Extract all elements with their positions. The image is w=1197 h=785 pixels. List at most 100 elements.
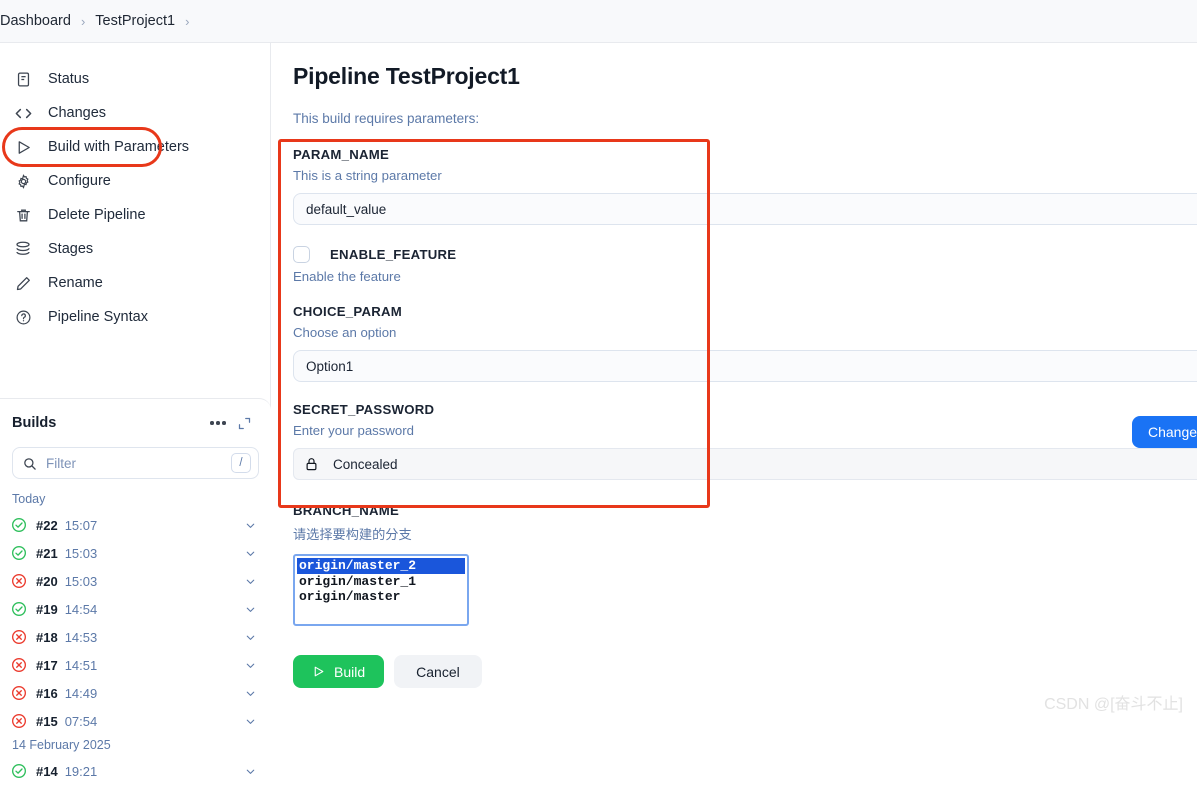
play-triangle-icon [312, 665, 325, 678]
failure-icon [8, 685, 30, 701]
build-number: #19 [36, 602, 58, 617]
build-button[interactable]: Build [293, 655, 384, 688]
param-description: This is a string parameter [293, 168, 1197, 183]
build-time: 14:51 [65, 658, 98, 673]
sidebar: Status Changes Build with Parameters [0, 43, 271, 726]
stack-layers-icon [12, 238, 34, 260]
sidebar-item-label: Stages [48, 241, 93, 257]
success-icon [8, 517, 30, 533]
chevron-down-icon[interactable] [244, 547, 257, 560]
sidebar-item-status[interactable]: Status [4, 62, 260, 96]
success-icon [8, 601, 30, 617]
branch-name-listbox[interactable]: origin/master_2origin/master_1origin/mas… [293, 554, 469, 626]
gear-icon [12, 170, 34, 192]
param-secret-password: SECRET_PASSWORD Enter your password Conc… [293, 402, 1197, 480]
breadcrumb-item-project[interactable]: TestProject1 [87, 13, 183, 29]
param-param-name: PARAM_NAME This is a string parameter de… [293, 147, 1197, 225]
sidebar-item-build-with-parameters[interactable]: Build with Parameters [4, 130, 260, 164]
param-enable-feature: ENABLE_FEATURE Enable the feature [293, 246, 1197, 284]
chevron-down-icon[interactable] [244, 765, 257, 778]
builds-panel: Builds / Today#2215:07#2115:0 [0, 398, 271, 726]
sidebar-item-configure[interactable]: Configure [4, 164, 260, 198]
param-description: 请选择要构建的分支 [293, 524, 1197, 543]
chevron-down-icon[interactable] [244, 519, 257, 532]
listbox-option[interactable]: origin/master [297, 589, 465, 605]
sidebar-item-label: Pipeline Syntax [48, 309, 148, 325]
sidebar-item-rename[interactable]: Rename [4, 266, 260, 300]
page-title: Pipeline TestProject1 [293, 63, 1197, 90]
requires-parameters-note: This build requires parameters: [293, 111, 1197, 126]
build-number: #21 [36, 546, 58, 561]
build-list-item[interactable]: #14 19:21 [0, 757, 271, 785]
build-list-item[interactable]: #19 14:54 [0, 595, 271, 623]
choice-param-select[interactable]: Option1 [293, 350, 1197, 382]
filter-shortcut-badge: / [231, 453, 251, 473]
build-number: #15 [36, 714, 58, 729]
sidebar-item-changes[interactable]: Changes [4, 96, 260, 130]
build-time: 19:21 [65, 764, 98, 779]
enable-feature-checkbox[interactable] [293, 246, 310, 263]
build-list-item[interactable]: #1614:49 [0, 679, 271, 707]
param-branch-name: BRANCH_NAME 请选择要构建的分支 origin/master_2ori… [293, 503, 1197, 626]
param-label: ENABLE_FEATURE [330, 247, 456, 262]
build-number: #14 [36, 764, 58, 779]
sidebar-item-delete-pipeline[interactable]: Delete Pipeline [4, 198, 260, 232]
build-number: #17 [36, 658, 58, 673]
search-icon [22, 456, 37, 471]
enable-feature-row: ENABLE_FEATURE [293, 246, 1197, 263]
sidebar-item-label: Changes [48, 105, 106, 121]
build-button-label: Build [334, 664, 365, 680]
sidebar-item-label: Build with Parameters [48, 139, 189, 155]
secret-password-value: Concealed [333, 457, 398, 472]
cancel-button[interactable]: Cancel [394, 655, 482, 688]
sidebar-item-label: Rename [48, 275, 103, 291]
success-icon [8, 545, 30, 561]
sidebar-item-stages[interactable]: Stages [4, 232, 260, 266]
sidebar-nav: Status Changes Build with Parameters [0, 43, 270, 334]
question-circle-icon [12, 306, 34, 328]
breadcrumb-separator-icon: › [79, 14, 87, 29]
builds-group-label: 14 February 2025 [0, 735, 271, 757]
build-list-item[interactable]: #15 07:54 [0, 707, 271, 735]
chevron-down-icon[interactable] [244, 659, 257, 672]
success-icon [8, 763, 30, 779]
param-name-input[interactable]: default_value [293, 193, 1197, 225]
build-list-item[interactable]: #2215:07 [0, 511, 271, 539]
builds-panel-title: Builds [12, 415, 205, 431]
failure-icon [8, 713, 30, 729]
breadcrumb-item-dashboard[interactable]: Dashboard [0, 13, 79, 29]
build-time: 14:54 [65, 602, 98, 617]
param-label: CHOICE_PARAM [293, 304, 1197, 319]
failure-icon [8, 657, 30, 673]
search-input[interactable] [37, 456, 231, 471]
listbox-option[interactable]: origin/master_1 [297, 574, 465, 590]
param-description: Enable the feature [293, 269, 1197, 284]
sidebar-item-pipeline-syntax[interactable]: Pipeline Syntax [4, 300, 260, 334]
change-password-button[interactable]: Change Password [1132, 416, 1197, 448]
builds-list: Today#2215:07#2115:03#2015:03#1914:54#18… [0, 489, 271, 785]
chevron-down-icon[interactable] [244, 575, 257, 588]
build-time: 07:54 [65, 714, 98, 729]
chevron-down-icon[interactable] [244, 687, 257, 700]
sidebar-item-label: Configure [48, 173, 111, 189]
build-list-item[interactable]: #17 14:51 [0, 651, 271, 679]
sidebar-item-label: Delete Pipeline [48, 207, 146, 223]
document-icon [12, 68, 34, 90]
lock-icon [304, 456, 319, 472]
chevron-down-icon[interactable] [244, 603, 257, 616]
build-time: 15:07 [65, 518, 98, 533]
three-dots-icon[interactable] [205, 411, 231, 435]
build-list-item[interactable]: #2115:03 [0, 539, 271, 567]
secret-password-field[interactable]: Concealed Change Password [293, 448, 1197, 480]
build-list-item[interactable]: #2015:03 [0, 567, 271, 595]
build-number: #18 [36, 630, 58, 645]
param-choice-param: CHOICE_PARAM Choose an option Option1 [293, 304, 1197, 382]
failure-icon [8, 573, 30, 589]
param-description: Choose an option [293, 325, 1197, 340]
expand-icon[interactable] [231, 411, 257, 435]
builds-filter-box[interactable]: / [12, 447, 259, 479]
chevron-down-icon[interactable] [244, 631, 257, 644]
play-triangle-icon [12, 136, 34, 158]
listbox-option[interactable]: origin/master_2 [297, 558, 465, 574]
build-list-item[interactable]: #1814:53 [0, 623, 271, 651]
